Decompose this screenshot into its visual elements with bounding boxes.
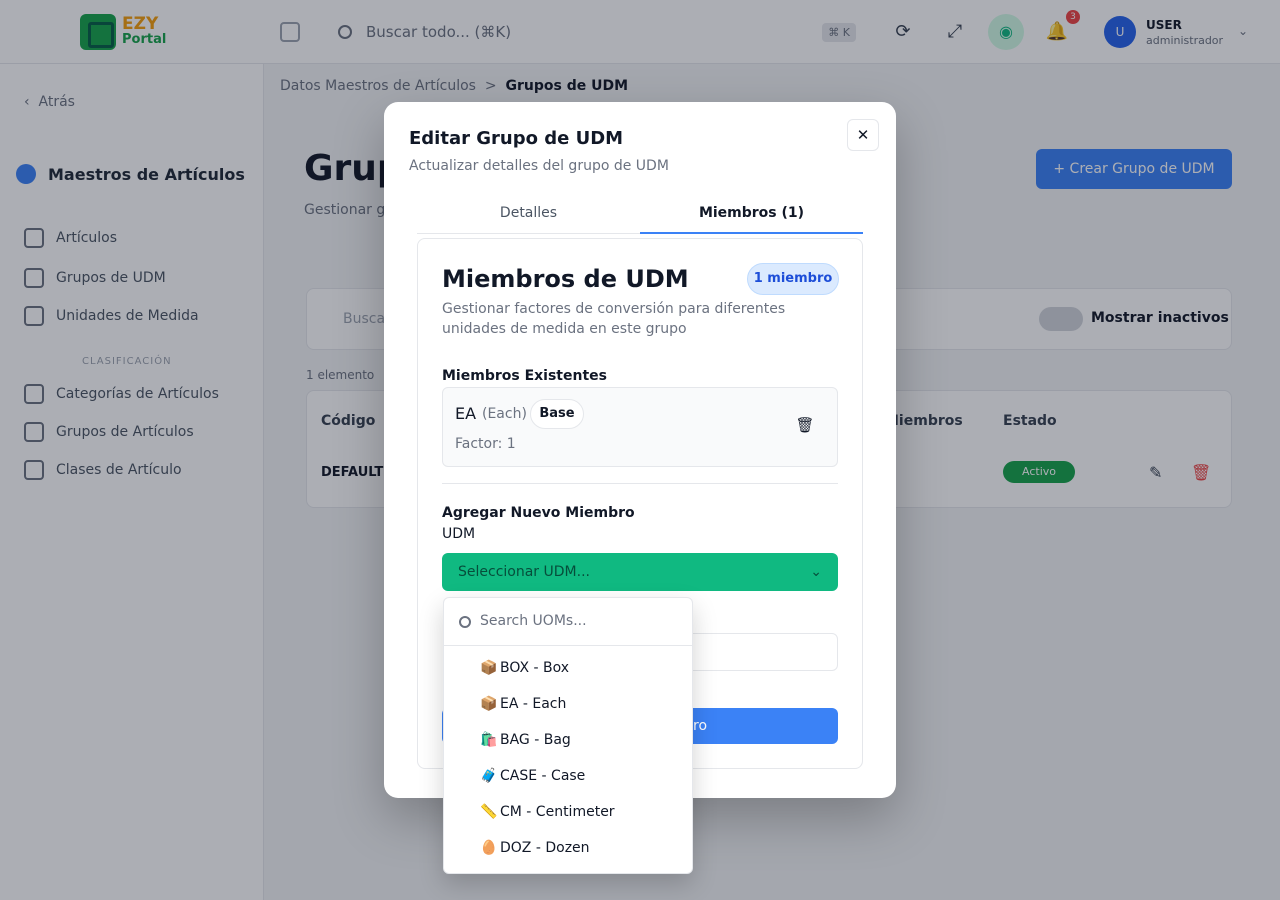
- member-count-badge: 1 miembro: [747, 263, 839, 295]
- udm-select[interactable]: Seleccionar UDM... ⌄: [442, 553, 838, 591]
- add-member-label: Agregar Nuevo Miembro: [442, 505, 635, 521]
- uom-search-placeholder: Search UOMs...: [480, 613, 587, 629]
- chevron-down-icon: ⌄: [810, 564, 822, 580]
- ruler-icon: 📏: [480, 804, 498, 820]
- tab-miembros[interactable]: Miembros (1): [640, 198, 863, 234]
- uom-search-input[interactable]: Search UOMs...: [444, 598, 692, 646]
- factor-input[interactable]: [673, 633, 838, 671]
- uom-dropdown: Search UOMs... 📦 BOX - Box 📦 EA - Each 🛍️ B…: [443, 597, 693, 874]
- list-item: EA (Each) Base Factor: 1 🗑: [442, 387, 838, 467]
- close-button[interactable]: ✕: [847, 119, 879, 151]
- box-icon: 📦: [480, 660, 498, 676]
- members-card-description: Gestionar factores de conversión para di…: [442, 301, 786, 337]
- existing-members-label: Miembros Existentes: [442, 368, 607, 384]
- uom-option-centimeter[interactable]: 📏 CM - Centimeter: [444, 794, 692, 830]
- shopping-bag-icon: 🛍️: [480, 732, 498, 748]
- luggage-icon: 🧳: [480, 768, 498, 784]
- member-name: (Each): [482, 406, 527, 422]
- uom-option-label: BOX - Box: [500, 660, 570, 676]
- uom-option-each[interactable]: 📦 EA - Each: [444, 686, 692, 722]
- uom-option-label: CM - Centimeter: [500, 804, 615, 820]
- search-icon: [459, 616, 471, 628]
- member-code: EA: [455, 404, 477, 423]
- egg-icon: 🥚: [480, 840, 498, 856]
- dialog-subtitle: Actualizar detalles del grupo de UDM: [409, 158, 669, 174]
- trash-icon[interactable]: 🗑: [795, 416, 815, 438]
- uom-option-box[interactable]: 📦 BOX - Box: [444, 650, 692, 686]
- close-icon: ✕: [856, 126, 870, 144]
- uom-option-case[interactable]: 🧳 CASE - Case: [444, 758, 692, 794]
- uom-option-label: CASE - Case: [500, 768, 586, 784]
- uom-option-label: BAG - Bag: [500, 732, 571, 748]
- box-icon: 📦: [480, 696, 498, 712]
- uom-option-bag[interactable]: 🛍️ BAG - Bag: [444, 722, 692, 758]
- divider: [442, 483, 838, 484]
- udm-field-label: UDM: [442, 526, 476, 542]
- uom-option-label: DOZ - Dozen: [500, 840, 590, 856]
- add-member-button-label: ro: [693, 718, 708, 734]
- uom-option-label: EA - Each: [500, 696, 567, 712]
- tab-detalles[interactable]: Detalles: [417, 198, 640, 234]
- udm-select-value: Seleccionar UDM...: [458, 564, 590, 580]
- dialog-tabs: Detalles Miembros (1): [417, 198, 863, 234]
- member-factor: Factor: 1: [455, 436, 516, 452]
- uom-option-dozen[interactable]: 🥚 DOZ - Dozen: [444, 830, 692, 866]
- dialog-title: Editar Grupo de UDM: [409, 128, 624, 149]
- members-card-title: Miembros de UDM: [442, 265, 689, 293]
- base-badge: Base: [530, 399, 584, 429]
